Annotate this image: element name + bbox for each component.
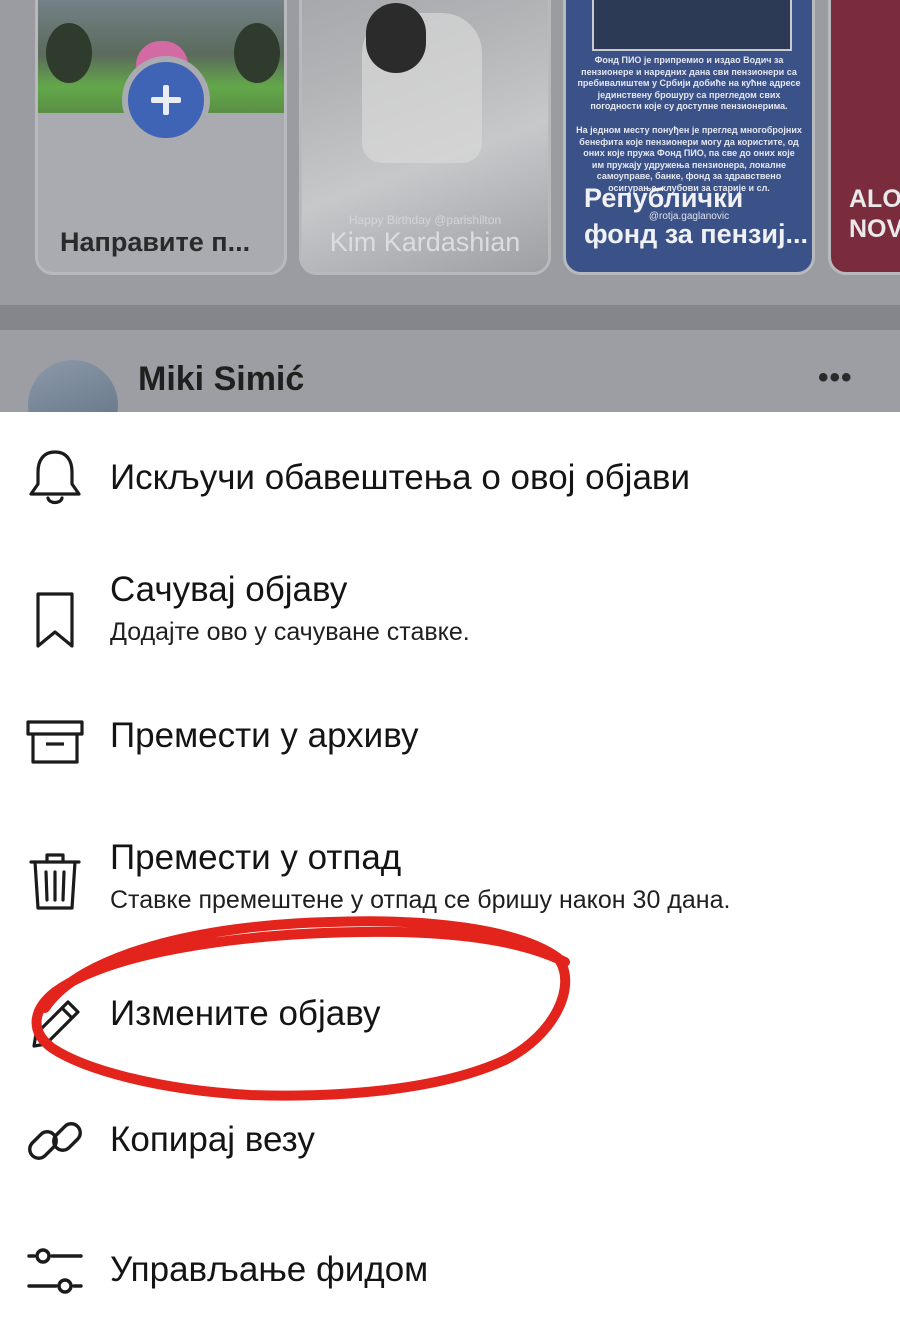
story-alo-label-line1: ALO — [849, 185, 900, 213]
story-text-block: Фонд ПИО је припремио и издао Водич за п… — [577, 55, 801, 111]
trash-icon — [24, 850, 86, 912]
menu-item-title: Премести у архиву — [110, 716, 419, 755]
add-story-plus-icon[interactable] — [122, 56, 210, 144]
avatar[interactable] — [28, 360, 118, 412]
story-alo[interactable]: ALO NOV — [828, 0, 900, 275]
menu-item-title: Сачувај објаву — [110, 570, 348, 609]
stories-tray: Направите п... Happy Birthday @parishilt… — [0, 0, 900, 305]
post-author-name[interactable]: Miki Simić — [138, 360, 304, 399]
brochure-image — [592, 0, 792, 51]
menu-item-title: Копирај везу — [110, 1120, 315, 1159]
sliders-icon — [24, 1240, 86, 1302]
menu-item-copy-link[interactable]: Копирај везу — [0, 1102, 900, 1212]
archive-box-icon — [24, 710, 86, 772]
menu-item-title: Измените објаву — [110, 994, 381, 1033]
story-alo-label-line2: NOV — [849, 215, 900, 243]
story-kim-kardashian[interactable]: Happy Birthday @parishilton Kim Kardashi… — [299, 0, 551, 275]
bell-icon — [24, 446, 86, 508]
story-pio-fund[interactable]: Фонд ПИО је припремио и издао Водич за п… — [563, 0, 815, 275]
dimmed-feed-background: Направите п... Happy Birthday @parishilt… — [0, 0, 900, 412]
post-header: Miki Simić ••• — [0, 330, 900, 412]
story-create[interactable]: Направите п... — [35, 0, 287, 275]
more-options-icon[interactable]: ••• — [818, 363, 853, 393]
menu-item-turn-off-notifications[interactable]: Искључи обавештења о овој објави — [0, 442, 900, 562]
menu-item-title: Управљање фидом — [110, 1250, 429, 1289]
menu-item-subtitle: Додајте ово у сачуване ставке. — [110, 618, 470, 646]
menu-item-edit-post[interactable]: Измените објаву — [0, 972, 900, 1082]
menu-item-save-post[interactable]: Сачувај објаву Додајте ово у сачуване ст… — [0, 562, 900, 692]
menu-item-manage-feed[interactable]: Управљање фидом — [0, 1232, 900, 1329]
pencil-icon — [24, 990, 86, 1052]
menu-item-move-to-archive[interactable]: Премести у архиву — [0, 702, 900, 802]
feed-divider — [0, 305, 900, 330]
menu-item-subtitle: Ставке премештене у отпад се бришу након… — [110, 886, 731, 914]
menu-item-move-to-trash[interactable]: Премести у отпад Ставке премештене у отп… — [0, 822, 900, 952]
link-icon — [24, 1110, 86, 1172]
story-pio-label-line1: Републички — [584, 183, 744, 213]
story-kim-label: Kim Kardashian — [329, 227, 521, 257]
story-pio-label-line2: фонд за пензиј... — [584, 219, 808, 249]
menu-item-title: Искључи обавештења о овој објави — [110, 458, 691, 497]
menu-item-title: Премести у отпад — [110, 838, 402, 877]
story-create-label: Направите п... — [60, 227, 251, 257]
post-options-sheet: Искључи обавештења о овој објави Сачувај… — [0, 412, 900, 1329]
story-caption: Happy Birthday @parishilton — [348, 213, 502, 227]
bookmark-icon — [24, 590, 86, 652]
